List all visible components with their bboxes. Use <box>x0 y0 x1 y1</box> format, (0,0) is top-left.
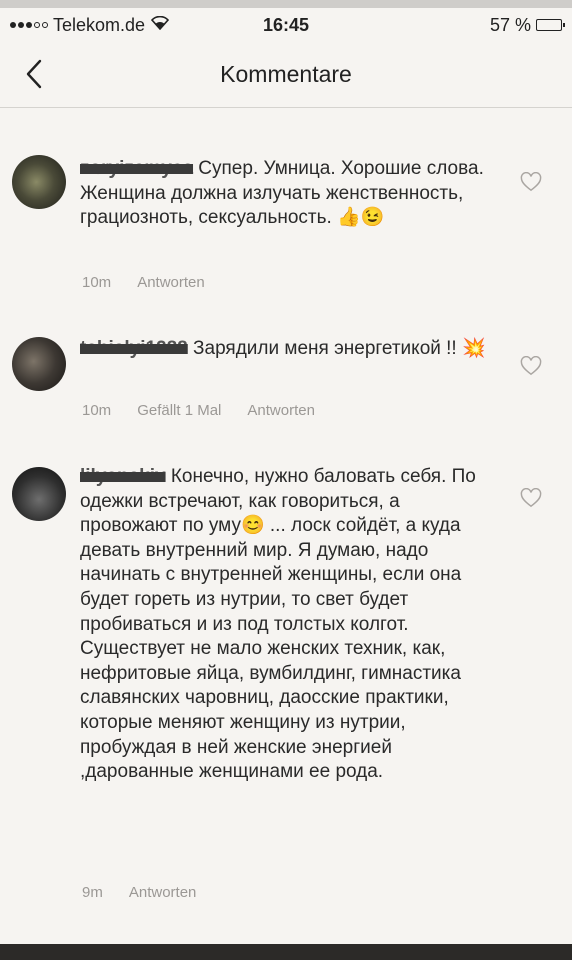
comment-emoji: 😊 <box>240 515 265 537</box>
comment-body: lilyanakiv Конечно, нужно баловать себя.… <box>80 465 490 785</box>
battery-indicator: 57 % <box>489 14 565 36</box>
heart-outline-icon <box>520 487 542 508</box>
comment-text: Зарядили меня энергетикой !! <box>193 338 457 359</box>
comment-likes[interactable]: Gefällt 1 Mal <box>137 402 221 419</box>
comment-meta: 10m Gefällt 1 Mal Antworten <box>82 402 315 419</box>
heart-outline-icon <box>520 171 542 192</box>
comment-emojis: 💥 <box>462 338 486 359</box>
back-button[interactable] <box>14 52 54 96</box>
like-button[interactable] <box>520 355 542 376</box>
comment-meta: 9m Antworten <box>82 884 196 901</box>
reply-button[interactable]: Antworten <box>247 402 315 419</box>
comment-time: 10m <box>82 274 112 291</box>
battery-percent: 57 % <box>489 14 531 35</box>
wifi-icon <box>150 15 170 35</box>
carrier-name: Telekom.de <box>53 14 146 35</box>
comment-meta: 10m Antworten <box>82 274 205 291</box>
screen-top-edge <box>0 0 572 8</box>
like-button[interactable] <box>520 171 542 192</box>
comment-body: tahialyi1288 Зарядили меня энергетикой !… <box>80 337 490 362</box>
comment-username[interactable]: zo̷̶̶ryizamye̶a <box>80 158 193 179</box>
heart-outline-icon <box>520 355 542 376</box>
comment-time: 10m <box>82 402 112 419</box>
comment-username[interactable]: tahialyi1288 <box>80 338 188 359</box>
battery-icon <box>536 19 565 31</box>
signal-strength-icon <box>10 22 48 28</box>
screen-bottom-edge <box>0 944 572 960</box>
avatar[interactable] <box>12 467 66 521</box>
page-title: Kommentare <box>220 61 352 87</box>
comment-username[interactable]: lilyanakiv <box>80 466 166 487</box>
comment-text: ... лоск сойдёт, а куда девать внутренни… <box>80 515 462 783</box>
comment-time: 9m <box>82 884 103 901</box>
navigation-bar: Kommentare <box>0 42 572 108</box>
reply-button[interactable]: Antworten <box>137 274 205 291</box>
chevron-left-icon <box>26 59 42 89</box>
avatar[interactable] <box>12 337 66 391</box>
comment-body: zo̷̶̶ryizamye̶a Супер. Умница. Хорошие с… <box>80 157 490 231</box>
reply-button[interactable]: Antworten <box>129 884 197 901</box>
avatar[interactable] <box>12 155 66 209</box>
status-bar: Telekom.de 16:45 57 % <box>0 8 572 42</box>
comment-emojis: 👍😉 <box>337 207 385 229</box>
like-button[interactable] <box>520 487 542 508</box>
